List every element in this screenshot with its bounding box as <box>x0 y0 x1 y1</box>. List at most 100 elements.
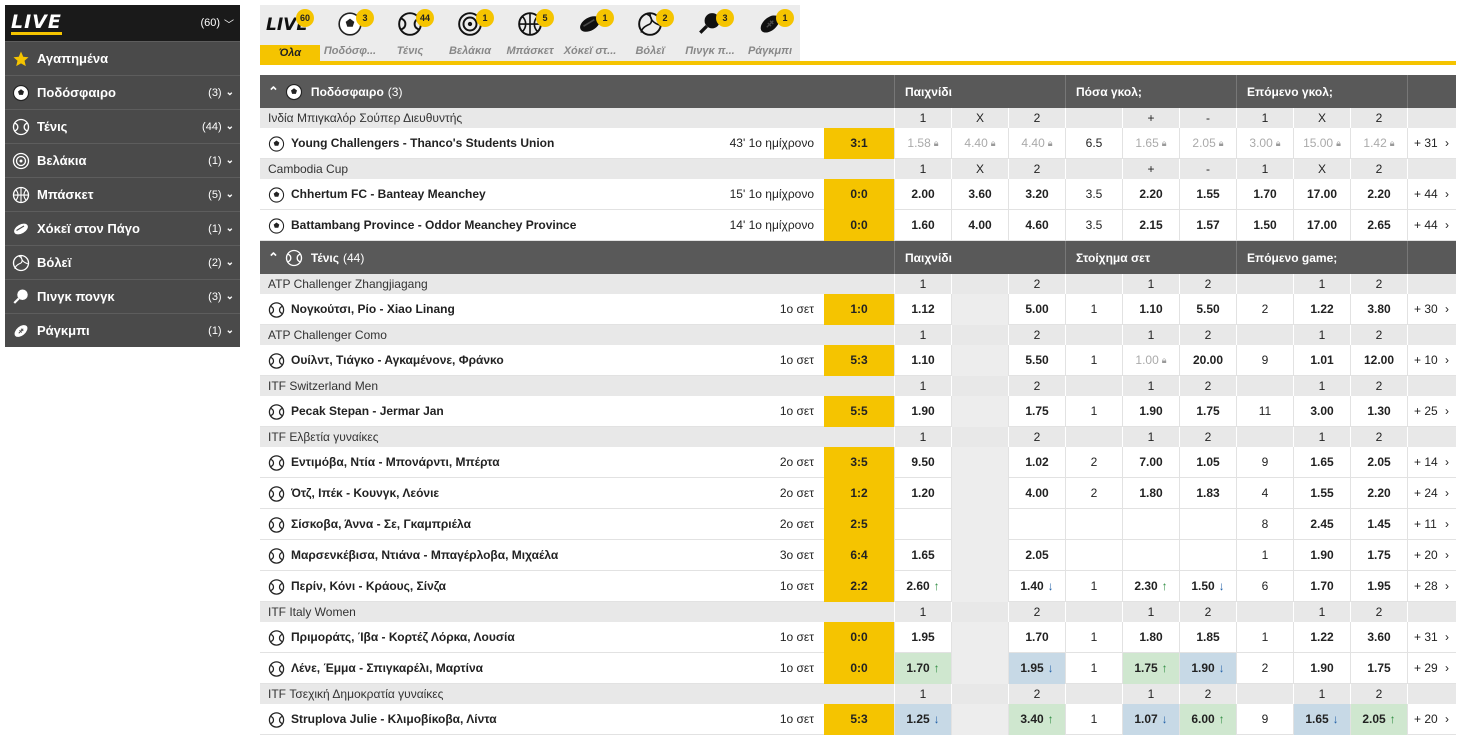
odds-cell[interactable]: 1.75 <box>1350 652 1407 684</box>
odds-cell[interactable]: 4.00 <box>951 209 1008 241</box>
event-row[interactable]: Struplova Julie - Κλιμοβίκοβα, Λίντα 1ο σ… <box>260 703 1456 735</box>
odds-cell[interactable]: 1.75 <box>1350 539 1407 571</box>
odds-cell[interactable]: 17.00 <box>1293 209 1350 241</box>
event-row[interactable]: Νογκούτσι, Ρίο - Xiao Linang 1ο σετ 1:0 1.1… <box>260 293 1456 325</box>
odds-cell[interactable]: 1.85 <box>1179 621 1236 653</box>
event-row[interactable]: Πριμοράτς, Ίβα - Κορτέζ Λόρκα, Λουσία 1ο … <box>260 621 1456 653</box>
odds-cell[interactable]: 1.70 ↑ <box>894 652 951 684</box>
odds-cell[interactable]: 1.57 <box>1179 209 1236 241</box>
event-teams[interactable]: Περίν, Κόνι - Κράους, Σίνζα <box>291 579 780 593</box>
odds-cell[interactable]: 7.00 <box>1122 446 1179 478</box>
double-chevron-down-icon[interactable]: ﹀ <box>224 16 234 31</box>
sidebar-item-tennis[interactable]: Τένις (44) ⌄ <box>5 109 240 143</box>
odds-cell[interactable]: 1.90 <box>1293 539 1350 571</box>
tab-tennis[interactable]: 44 Τένις <box>380 5 440 62</box>
odds-cell[interactable]: 1.70 <box>1008 621 1065 653</box>
odds-cell[interactable]: 1.65 🔒︎ <box>1122 127 1179 159</box>
odds-cell[interactable]: 15.00 🔒︎ <box>1293 127 1350 159</box>
odds-cell[interactable]: 1.75 ↑ <box>1122 652 1179 684</box>
more-markets-button[interactable]: + 24 › <box>1407 477 1455 509</box>
odds-cell[interactable]: 2.60 ↑ <box>894 570 951 602</box>
sport-header[interactable]: ⌃ Τένις (44) Παιχνίδι Στοίχημα σετ Επόμενο ga… <box>260 241 1456 274</box>
event-row[interactable]: Λένε, Έμμα - Σπιγκαρέλι, Μαρτίνα 1ο σετ 0:… <box>260 652 1456 684</box>
more-markets-button[interactable]: + 30 › <box>1407 293 1455 325</box>
odds-cell[interactable]: 1.80 <box>1122 621 1179 653</box>
more-markets-button[interactable]: + 29 › <box>1407 652 1455 684</box>
sidebar-item-basketball[interactable]: Μπάσκετ (5) ⌄ <box>5 177 240 211</box>
event-row[interactable]: Pecak Stepan - Jermar Jan 1ο σετ 5:5 1.90 1.… <box>260 395 1456 427</box>
chevron-down-icon[interactable]: ⌄ <box>226 121 234 132</box>
odds-cell[interactable]: 5.50 <box>1179 293 1236 325</box>
chevron-down-icon[interactable]: ⌄ <box>226 325 234 336</box>
odds-cell[interactable]: 2.15 <box>1122 209 1179 241</box>
odds-cell[interactable]: 1.75 <box>1179 395 1236 427</box>
event-row[interactable]: Ουίλντ, Τιάγκο - Αγκαμένονε, Φράνκο 1ο σε… <box>260 344 1456 376</box>
odds-cell[interactable]: 2.45 <box>1293 508 1350 540</box>
odds-cell[interactable]: 2.05 <box>1008 539 1065 571</box>
more-markets-button[interactable]: + 11 › <box>1407 508 1455 540</box>
odds-cell[interactable]: 2.05 🔒︎ <box>1179 127 1236 159</box>
odds-cell[interactable]: 1.42 🔒︎ <box>1350 127 1407 159</box>
odds-cell[interactable]: 1.90 <box>894 395 951 427</box>
odds-cell[interactable]: 1.95 <box>894 621 951 653</box>
event-row[interactable]: Chhertum FC - Banteay Meanchey 15' 1ο ημί… <box>260 178 1456 210</box>
tab-darts[interactable]: 1 Βελάκια <box>440 5 500 62</box>
odds-cell[interactable]: 2.20 <box>1350 178 1407 210</box>
event-teams[interactable]: Ουίλντ, Τιάγκο - Αγκαμένονε, Φράνκο <box>291 353 780 367</box>
sidebar-item-pingpong[interactable]: Πινγκ πονγκ (3) ⌄ <box>5 279 240 313</box>
chevron-down-icon[interactable]: ⌄ <box>226 223 234 234</box>
tab-rugby[interactable]: 1 Ράγκμπι <box>740 5 800 62</box>
tab-volleyball[interactable]: 2 Βόλεϊ <box>620 5 680 62</box>
odds-cell[interactable]: 3.00 🔒︎ <box>1236 127 1293 159</box>
event-row[interactable]: Μαρσενκέβισα, Ντιάνα - Μπαγέρλοβα, Μιχαέ… <box>260 539 1456 571</box>
odds-cell[interactable]: 1.12 <box>894 293 951 325</box>
odds-cell[interactable]: 1.90 ↓ <box>1179 652 1236 684</box>
collapse-icon[interactable]: ⌃ <box>268 84 279 100</box>
event-teams[interactable]: Struplova Julie - Κλιμοβίκοβα, Λίντα <box>291 712 780 726</box>
odds-cell[interactable]: 20.00 <box>1179 344 1236 376</box>
event-row[interactable]: Περίν, Κόνι - Κράους, Σίνζα 1ο σετ 2:2 2.60… <box>260 570 1456 602</box>
odds-cell[interactable]: 2.05 ↑ <box>1350 703 1407 735</box>
odds-cell[interactable]: 1.58 🔒︎ <box>894 127 951 159</box>
odds-cell[interactable]: 1.22 <box>1293 621 1350 653</box>
odds-cell[interactable]: 1.60 <box>894 209 951 241</box>
event-row[interactable]: Battambang Province - Oddor Meanchey Pro… <box>260 209 1456 241</box>
tab-football[interactable]: 3 Ποδόσφ... <box>320 5 380 62</box>
odds-cell[interactable]: 1.65 <box>894 539 951 571</box>
more-markets-button[interactable]: + 25 › <box>1407 395 1455 427</box>
odds-cell[interactable]: 1.25 ↓ <box>894 703 951 735</box>
odds-cell[interactable]: 4.00 <box>1008 477 1065 509</box>
odds-cell[interactable]: 2.20 <box>1350 477 1407 509</box>
event-teams[interactable]: Σίσκοβα, Άννα - Σε, Γκαμπριέλα <box>291 517 780 531</box>
odds-cell[interactable]: 3.20 <box>1008 178 1065 210</box>
tab-pingpong[interactable]: 3 Πινγκ π... <box>680 5 740 62</box>
odds-cell[interactable]: 1.00 🔒︎ <box>1122 344 1179 376</box>
sidebar-item-darts[interactable]: Βελάκια (1) ⌄ <box>5 143 240 177</box>
more-markets-button[interactable]: + 28 › <box>1407 570 1455 602</box>
odds-cell[interactable]: 1.90 <box>1293 652 1350 684</box>
odds-cell[interactable]: 5.00 <box>1008 293 1065 325</box>
odds-cell[interactable]: 1.05 <box>1179 446 1236 478</box>
odds-cell[interactable]: 17.00 <box>1293 178 1350 210</box>
odds-cell[interactable]: 1.90 <box>1122 395 1179 427</box>
event-teams[interactable]: Ότζ, Ιπέκ - Κουνγκ, Λεόνιε <box>291 486 780 500</box>
more-markets-button[interactable]: + 44 › <box>1407 178 1455 210</box>
odds-cell[interactable]: 1.70 <box>1236 178 1293 210</box>
sidebar-item-star[interactable]: Αγαπημένα <box>5 41 240 75</box>
odds-cell[interactable]: 3.60 <box>1350 621 1407 653</box>
sidebar-item-rugby[interactable]: Ράγκμπι (1) ⌄ <box>5 313 240 347</box>
odds-cell[interactable]: 1.95 ↓ <box>1008 652 1065 684</box>
odds-cell[interactable]: 1.22 <box>1293 293 1350 325</box>
more-markets-button[interactable]: + 14 › <box>1407 446 1455 478</box>
odds-cell[interactable]: 1.65 <box>1293 446 1350 478</box>
odds-cell[interactable]: 1.55 <box>1179 178 1236 210</box>
tab-basketball[interactable]: 5 Μπάσκετ <box>500 5 560 62</box>
odds-cell[interactable]: 1.45 <box>1350 508 1407 540</box>
odds-cell[interactable]: 2.00 <box>894 178 951 210</box>
odds-cell[interactable]: 1.10 <box>1122 293 1179 325</box>
event-teams[interactable]: Chhertum FC - Banteay Meanchey <box>291 187 730 201</box>
odds-cell[interactable]: 1.40 ↓ <box>1008 570 1065 602</box>
odds-cell[interactable]: 1.70 <box>1293 570 1350 602</box>
odds-cell[interactable]: 2.30 ↑ <box>1122 570 1179 602</box>
sidebar-item-hockey[interactable]: Χόκεϊ στον Πάγο (1) ⌄ <box>5 211 240 245</box>
